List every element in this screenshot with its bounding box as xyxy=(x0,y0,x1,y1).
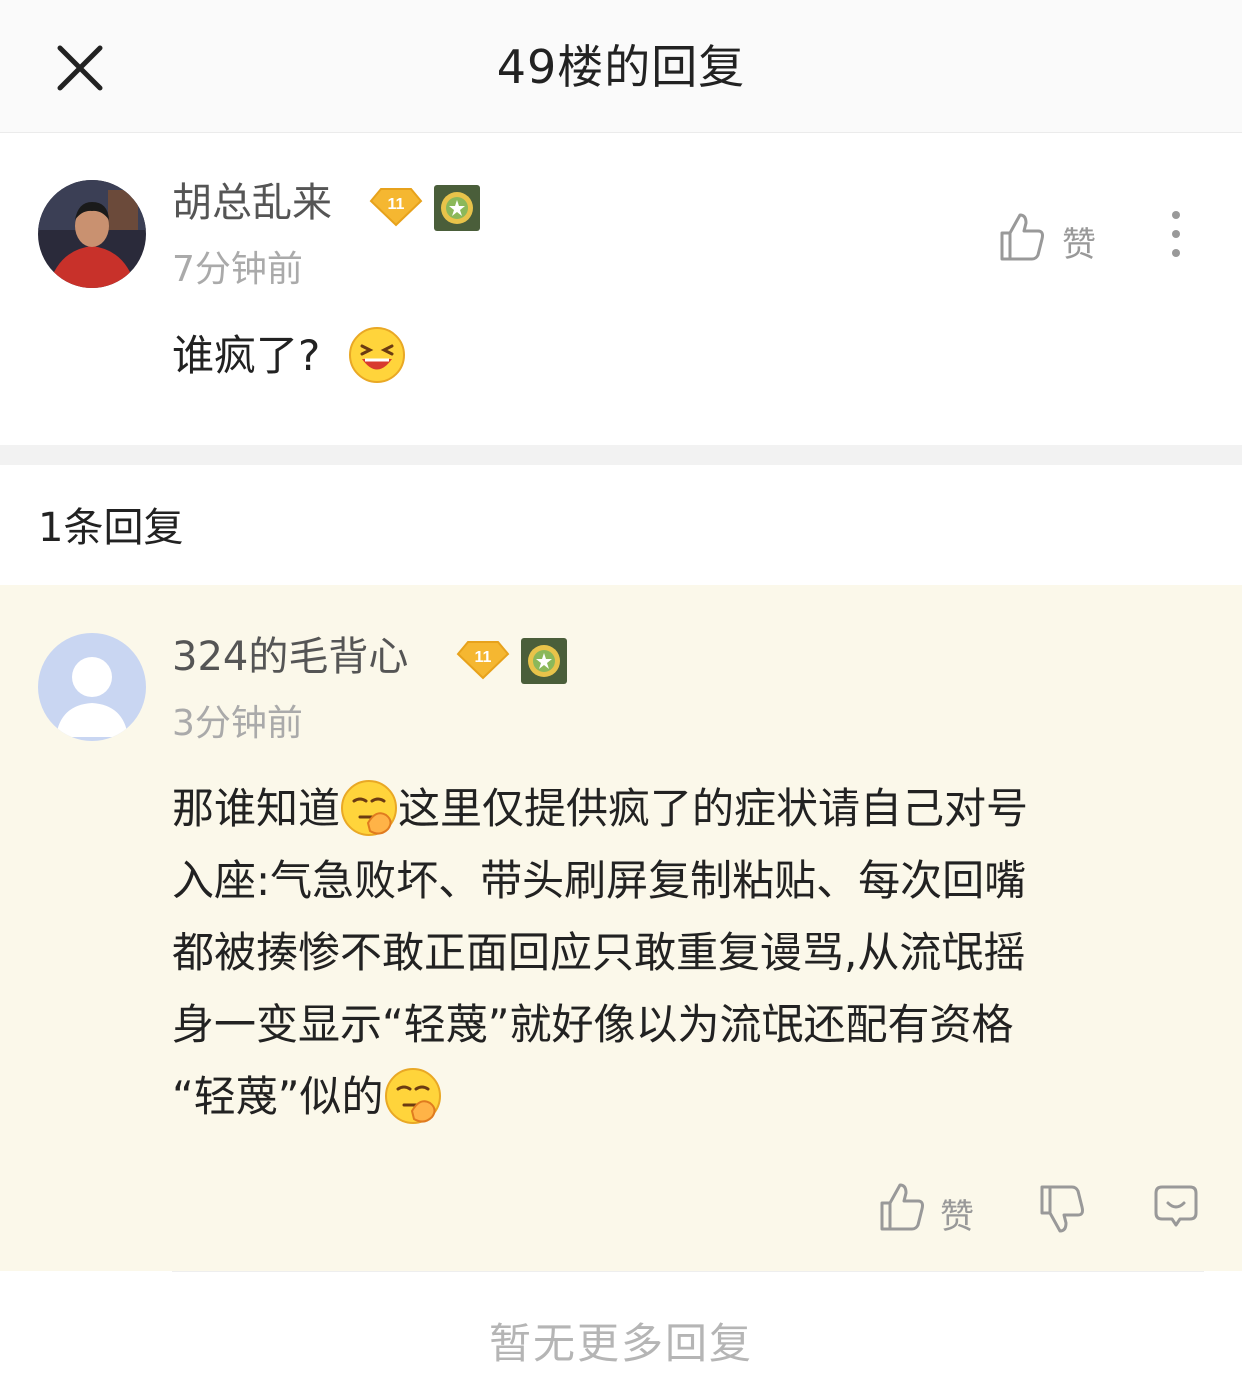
reply-username[interactable]: 324的毛背心 xyxy=(172,631,408,683)
post-time: 7分钟前 xyxy=(172,249,303,290)
no-more-replies: 暂无更多回复 xyxy=(488,1319,753,1368)
reply-count: 1条回复 xyxy=(38,505,184,551)
reply-item: 324的毛背心 11 3分钟前 那谁知道 这里仅提供疯了的症状请自己对号 入座:气… xyxy=(0,585,1242,1271)
reply-avatar[interactable] xyxy=(38,633,146,741)
page-title: 49楼的回复 xyxy=(496,40,746,94)
medal-icon xyxy=(434,185,480,231)
thinking-emoji-icon xyxy=(340,779,398,837)
laughing-emoji-icon xyxy=(348,326,406,384)
like-label: 赞 xyxy=(940,1197,974,1237)
reply-line: 都被揍惨不敢正面回应只敢重复谩骂,从流氓摇 xyxy=(172,928,1026,977)
reply-text: 这里仅提供疯了的症状请自己对号 xyxy=(398,784,1029,833)
level-badge: 11 xyxy=(456,640,510,680)
reply-time: 3分钟前 xyxy=(172,703,303,744)
like-label: 赞 xyxy=(1062,225,1096,265)
thinking-emoji-icon xyxy=(384,1067,442,1125)
reply-line: 身一变显示“轻蔑”就好像以为流氓还配有资格 xyxy=(172,1000,1014,1049)
reply-line: “轻蔑”似的 xyxy=(172,1061,1212,1133)
post-text: 谁疯了? xyxy=(172,331,321,380)
top-bar: 49楼的回复 xyxy=(0,0,1242,133)
reply-line: 入座:气急败坏、带头刷屏复制粘贴、每次回嘴 xyxy=(172,856,1027,905)
section-divider xyxy=(0,445,1242,465)
reply-text: 那谁知道 xyxy=(172,784,341,833)
username[interactable]: 胡总乱来 xyxy=(172,177,332,229)
dislike-button[interactable] xyxy=(1038,1183,1086,1235)
reply-content: 那谁知道 这里仅提供疯了的症状请自己对号 入座:气急败坏、带头刷屏复制粘贴、每次回… xyxy=(172,773,1212,1133)
more-icon[interactable] xyxy=(1160,209,1192,259)
divider xyxy=(172,1271,1204,1272)
main-post: 胡总乱来 11 7分钟前 赞 谁疯了? xyxy=(0,133,1242,445)
avatar[interactable] xyxy=(38,180,146,288)
reply-comment-button[interactable] xyxy=(1152,1183,1200,1231)
reply-like-button[interactable]: 赞 xyxy=(878,1181,988,1237)
reply-line: 那谁知道 这里仅提供疯了的症状请自己对号 xyxy=(172,773,1212,845)
thumbs-down-icon xyxy=(1040,1185,1084,1233)
svg-text:11: 11 xyxy=(475,649,492,666)
comment-icon xyxy=(1154,1185,1198,1227)
thumbs-up-icon xyxy=(880,1183,924,1231)
level-badge: 11 xyxy=(369,187,423,227)
reply-text: “轻蔑”似的 xyxy=(172,1072,384,1121)
thumbs-up-icon xyxy=(1000,213,1044,261)
post-content: 谁疯了? xyxy=(172,320,406,392)
svg-text:11: 11 xyxy=(388,196,405,213)
medal-icon xyxy=(521,638,567,684)
